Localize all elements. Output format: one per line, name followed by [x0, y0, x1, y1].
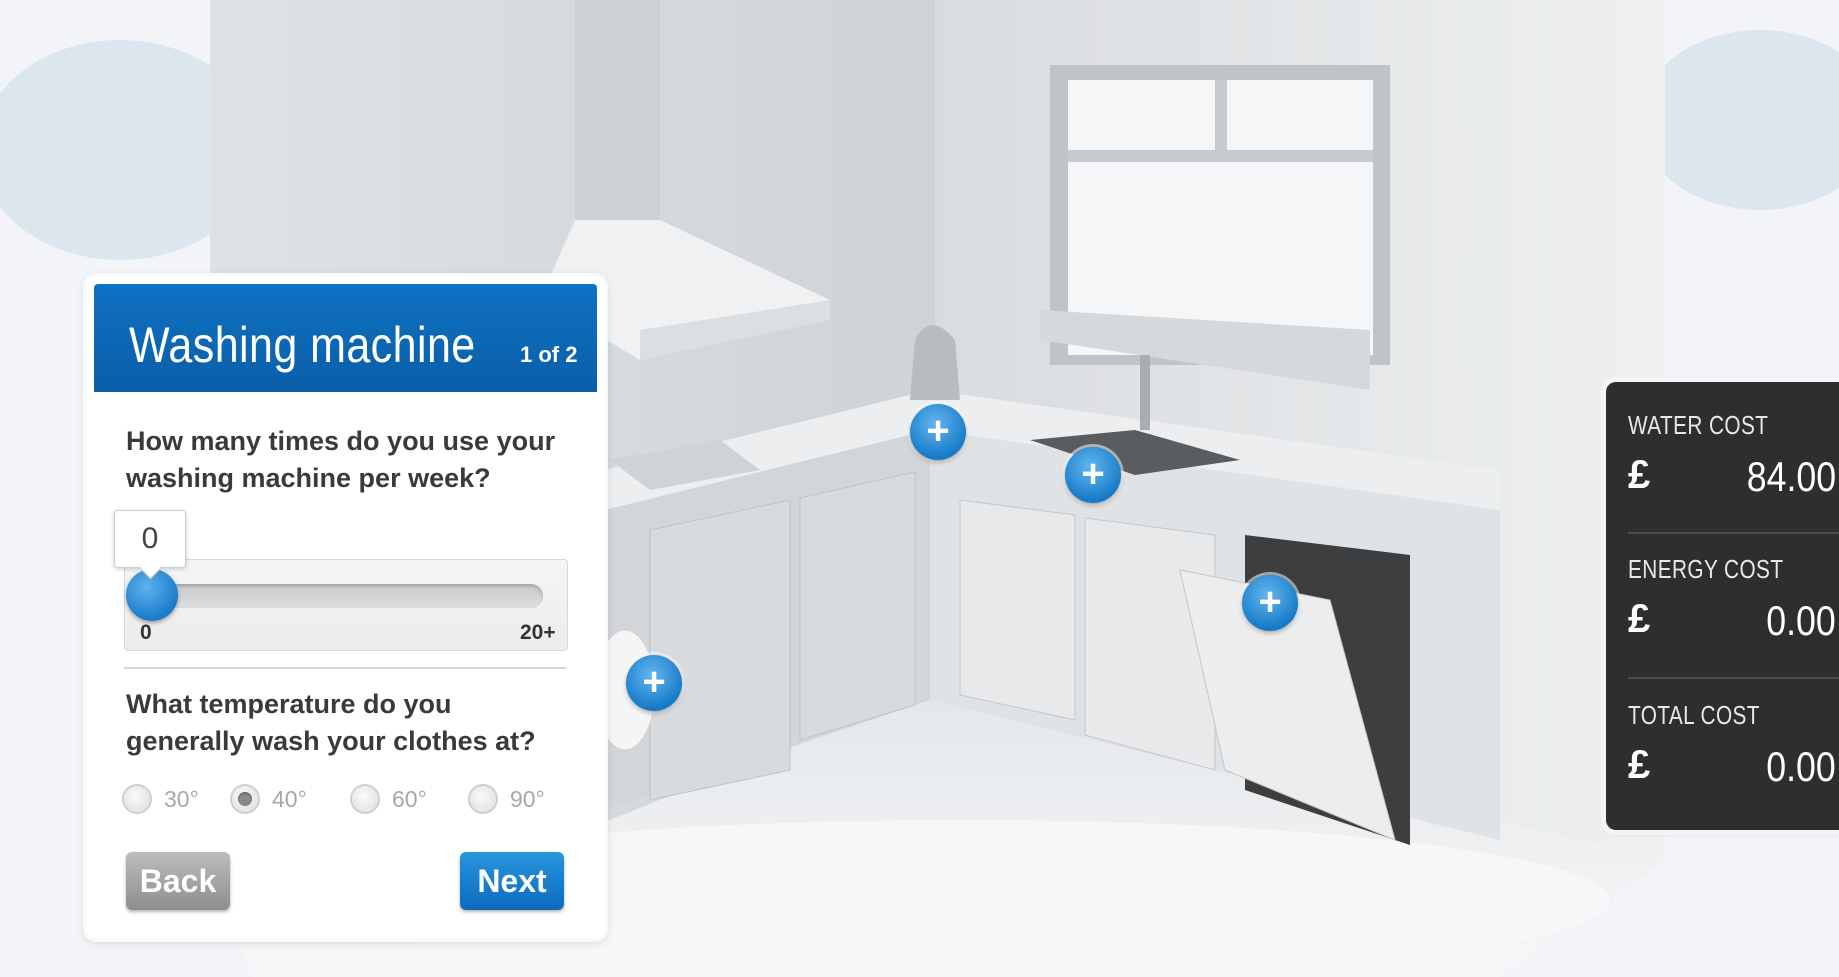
dialog-title: Washing machine — [129, 317, 476, 373]
total-cost-value: 0.00 — [1766, 743, 1836, 790]
radio-button[interactable] — [122, 784, 152, 814]
dialog-header: Washing machine 1 of 2 — [94, 284, 597, 392]
question-wash-temperature: What temperature do you generally wash y… — [126, 689, 536, 756]
total-cost-currency: £ — [1628, 743, 1651, 787]
radio-label: 90° — [510, 785, 545, 812]
energy-cost-block: ENERGY COST £ 0.00 — [1628, 554, 1836, 653]
hotspot-sink-plus-icon[interactable]: + — [1065, 447, 1121, 503]
total-cost-block: TOTAL COST £ 0.00 — [1628, 700, 1836, 799]
frequency-slider-track[interactable] — [143, 584, 543, 608]
radio-label: 40° — [272, 785, 307, 812]
water-cost-currency: £ — [1628, 453, 1651, 497]
radio-label: 60° — [392, 785, 427, 812]
hotspot-kettle-plus-icon[interactable]: + — [910, 404, 966, 460]
temperature-option-40[interactable]: 40° — [230, 781, 307, 817]
washing-machine-dialog: Washing machine 1 of 2 How many times do… — [86, 276, 605, 939]
question-usage-frequency: How many times do you use your washing m… — [126, 426, 556, 493]
energy-cost-label: ENERGY COST — [1628, 554, 1784, 584]
hotspot-washing-machine-plus-icon[interactable]: + — [626, 655, 682, 711]
hotspot-dishwasher-plus-icon[interactable]: + — [1242, 575, 1298, 631]
frequency-slider-value: 0 — [114, 510, 186, 568]
divider — [124, 667, 566, 669]
radio-label: 30° — [164, 785, 199, 812]
water-cost-block: WATER COST £ 84.00 — [1628, 410, 1836, 509]
temperature-option-90[interactable]: 90° — [468, 781, 545, 817]
slider-max-label: 20+ — [520, 621, 556, 644]
energy-cost-value: 0.00 — [1766, 597, 1836, 644]
water-cost-label: WATER COST — [1628, 410, 1769, 440]
frequency-slider-container — [124, 559, 568, 651]
energy-cost-currency: £ — [1628, 597, 1651, 641]
cost-summary-panel: WATER COST £ 84.00 ENERGY COST £ 0.00 TO… — [1606, 382, 1839, 830]
back-button[interactable]: Back — [126, 852, 230, 910]
next-button[interactable]: Next — [460, 852, 564, 910]
water-cost-value: 84.00 — [1746, 453, 1836, 500]
temperature-radio-group: 30° 40° 60° 90° — [122, 781, 572, 821]
radio-button-selected[interactable] — [230, 784, 260, 814]
slider-min-label: 0 — [140, 621, 152, 644]
radio-button[interactable] — [350, 784, 380, 814]
divider — [1628, 677, 1839, 679]
divider — [1628, 532, 1839, 534]
temperature-option-30[interactable]: 30° — [122, 781, 199, 817]
temperature-option-60[interactable]: 60° — [350, 781, 427, 817]
dialog-step-indicator: 1 of 2 — [520, 342, 578, 367]
radio-button[interactable] — [468, 784, 498, 814]
total-cost-label: TOTAL COST — [1628, 700, 1760, 730]
